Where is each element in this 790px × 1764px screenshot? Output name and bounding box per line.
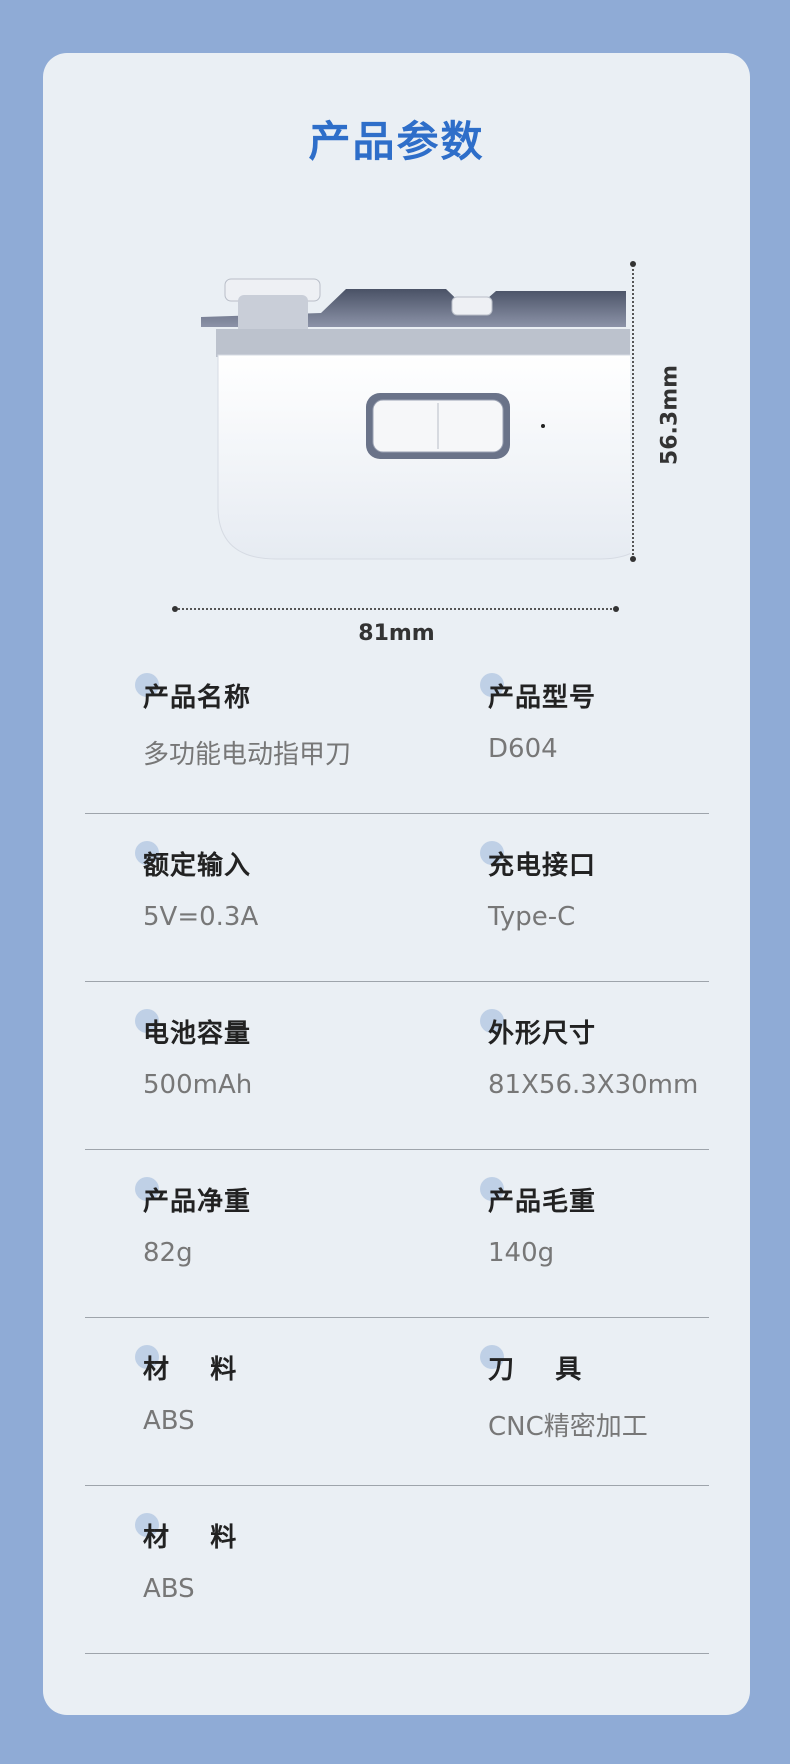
spec-item: 产品名称 多功能电动指甲刀 xyxy=(135,673,352,771)
spec-item: 外形尺寸 81X56.3X30mm xyxy=(480,1009,699,1100)
spec-item: 产品型号 D604 xyxy=(480,673,597,764)
spec-value: 500mAh xyxy=(143,1070,253,1100)
spec-label: 材 料 xyxy=(143,1355,238,1385)
spec-value: CNC精密加工 xyxy=(488,1412,648,1442)
spec-label: 刀 具 xyxy=(488,1355,583,1385)
height-dimension-label: 56.3mm xyxy=(657,364,683,466)
spec-value: ABS xyxy=(143,1574,195,1604)
spec-label: 材 料 xyxy=(143,1523,238,1553)
spec-item: 刀 具 CNC精密加工 xyxy=(480,1345,648,1443)
spec-value: 82g xyxy=(143,1238,193,1268)
spec-item: 产品净重 82g xyxy=(135,1177,252,1268)
spec-label: 产品型号 xyxy=(488,683,597,713)
spec-card: 产品参数 56.3mm 81mm 产品名称 多功能电动指甲刀 产品型号 D604… xyxy=(43,53,750,1715)
width-dimension-label: 81mm xyxy=(358,621,435,646)
spec-row: 产品净重 82g 产品毛重 140g xyxy=(85,1149,709,1318)
spec-label: 充电接口 xyxy=(488,851,597,881)
height-dimension-line xyxy=(630,261,636,562)
spec-value: 140g xyxy=(488,1238,555,1268)
spec-label: 产品名称 xyxy=(143,683,252,713)
spec-row: 产品名称 多功能电动指甲刀 产品型号 D604 xyxy=(85,645,709,814)
spec-label: 电池容量 xyxy=(143,1019,252,1049)
spec-row: 材 料 ABS 刀 具 CNC精密加工 xyxy=(85,1317,709,1486)
spec-value: 5V=0.3A xyxy=(143,902,259,932)
spec-value: 81X56.3X30mm xyxy=(488,1070,699,1100)
spec-label: 额定输入 xyxy=(143,851,252,881)
spec-item: 材 料 ABS xyxy=(135,1345,238,1436)
spec-item: 充电接口 Type-C xyxy=(480,841,597,932)
spec-row: 电池容量 500mAh 外形尺寸 81X56.3X30mm xyxy=(85,981,709,1150)
spec-label: 外形尺寸 xyxy=(488,1019,597,1049)
page-title: 产品参数 xyxy=(308,117,485,166)
spec-label: 产品净重 xyxy=(143,1187,252,1217)
spec-item: 材 料 ABS xyxy=(135,1513,238,1604)
product-image xyxy=(201,278,630,560)
spec-item: 额定输入 5V=0.3A xyxy=(135,841,259,932)
spec-value: D604 xyxy=(488,734,558,764)
spec-row: 材 料 ABS xyxy=(85,1485,709,1654)
spec-value: ABS xyxy=(143,1406,195,1436)
spec-label: 产品毛重 xyxy=(488,1187,597,1217)
spec-row: 额定输入 5V=0.3A 充电接口 Type-C xyxy=(85,813,709,982)
width-dimension-line xyxy=(172,606,619,612)
spec-value: Type-C xyxy=(488,902,576,932)
spec-value: 多功能电动指甲刀 xyxy=(143,740,352,770)
spec-item: 电池容量 500mAh xyxy=(135,1009,253,1100)
spec-item: 产品毛重 140g xyxy=(480,1177,597,1268)
